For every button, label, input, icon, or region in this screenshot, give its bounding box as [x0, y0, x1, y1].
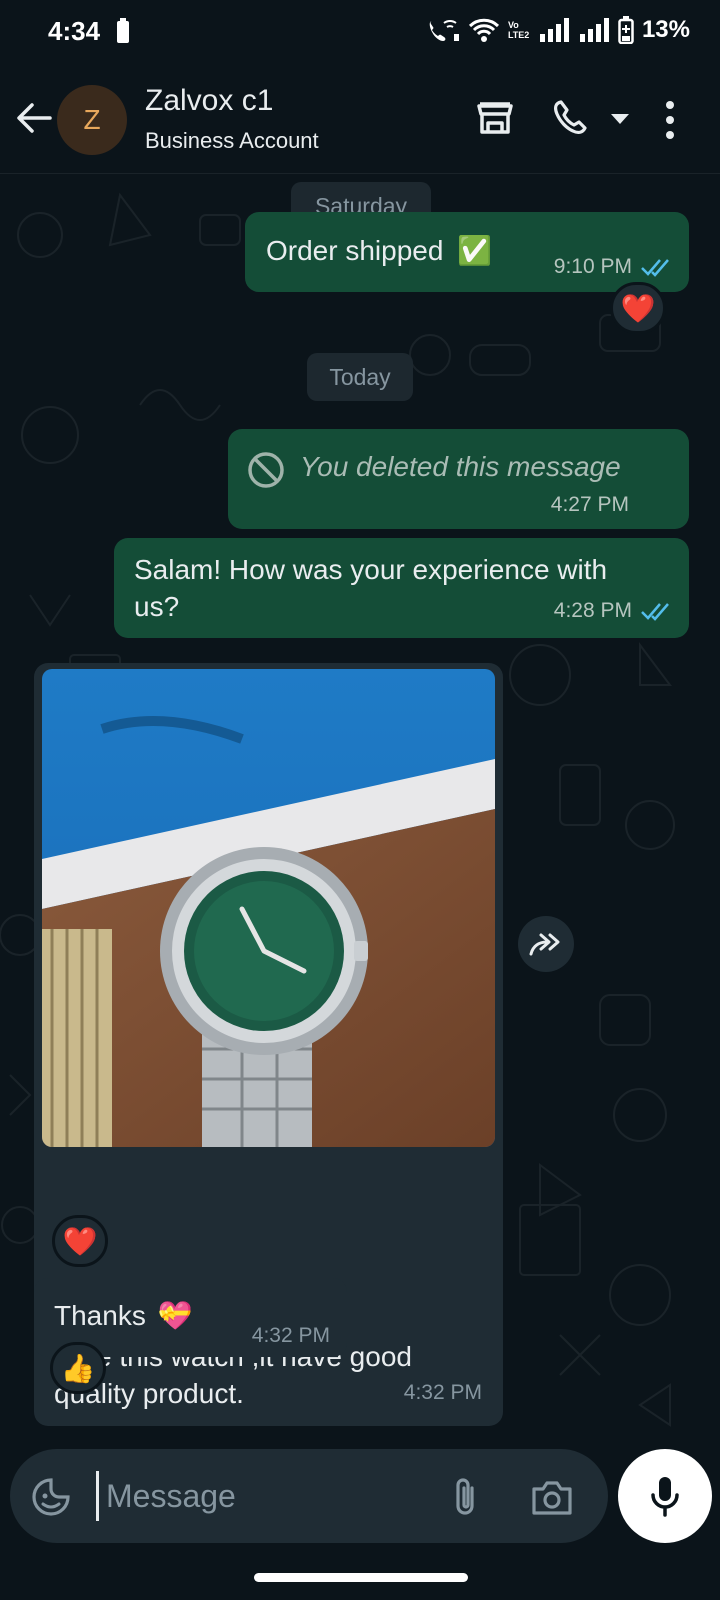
check-emoji: ✅ — [457, 235, 493, 266]
camera-icon[interactable] — [530, 1477, 574, 1517]
reaction-thumbs-up[interactable]: 👍 — [50, 1342, 106, 1394]
double-check-icon — [641, 603, 669, 621]
message-meta: 4:28 PM — [554, 599, 672, 623]
sim-card-icon — [117, 18, 129, 43]
message-text: Thanks 💝 — [54, 1297, 192, 1334]
mic-button[interactable] — [618, 1449, 712, 1543]
message-meta: 4:27 PM — [551, 493, 629, 517]
message-body: Thanks — [54, 1300, 146, 1331]
volte-label: Vo LTE2 — [507, 20, 530, 40]
deleted-message-bubble[interactable]: You deleted this message 4:27 PM — [228, 429, 689, 529]
deleted-icon — [248, 452, 284, 488]
signal-icon-1 — [539, 18, 569, 42]
back-arrow-icon[interactable] — [14, 98, 54, 138]
message-time: 4:28 PM — [553, 599, 632, 622]
navigation-bar — [0, 1555, 720, 1600]
chevron-down-icon[interactable] — [609, 112, 631, 126]
menu-icon[interactable] — [665, 100, 675, 140]
forward-icon — [529, 933, 560, 956]
message-text: Salam! How was your experience with us? — [134, 554, 608, 622]
message-input[interactable] — [106, 1469, 426, 1523]
sticker-icon[interactable] — [30, 1476, 72, 1518]
heart-gift-emoji: 💝 — [157, 1300, 193, 1331]
message-time: 4:32 PM — [251, 1324, 330, 1347]
status-time: 4:34 — [48, 16, 101, 46]
wifi-calling-icon — [429, 20, 459, 41]
message-meta: 9:10 PM — [554, 255, 672, 279]
battery-icon — [618, 16, 634, 44]
chat-area[interactable]: Saturday Order shipped ✅ 9:10 PM ❤️ Toda… — [0, 175, 720, 1445]
message-time: 4:32 PM — [403, 1381, 482, 1404]
date-separator: Today — [307, 353, 413, 401]
status-bar: 4:34 Vo LTE2 13% — [0, 0, 720, 62]
contact-name[interactable]: Zalvox c1 — [145, 84, 273, 118]
avatar[interactable]: Z — [57, 85, 127, 155]
watch-photo[interactable] — [42, 669, 495, 1147]
message-bubble[interactable]: Salam! How was your experience with us? … — [114, 538, 689, 638]
chat-header: Z Zalvox c1 Business Account — [0, 62, 720, 174]
message-input-bar — [10, 1449, 608, 1543]
wifi-icon — [468, 18, 500, 42]
message-time: 4:27 PM — [550, 493, 629, 516]
forward-button[interactable] — [518, 916, 574, 972]
message-meta: 4:32 PM — [252, 1324, 330, 1348]
reaction-heart[interactable]: ❤️ — [610, 282, 666, 334]
message-bubble[interactable]: Order shipped ✅ 9:10 PM — [245, 212, 689, 292]
message-body: Order shipped — [266, 235, 444, 266]
contact-subtitle[interactable]: Business Account — [145, 128, 319, 154]
message-time: 9:10 PM — [553, 255, 632, 278]
message-text: Order shipped ✅ — [266, 232, 492, 269]
attach-icon[interactable] — [448, 1476, 482, 1518]
battery-percent: 13% — [641, 16, 690, 43]
home-indicator[interactable] — [254, 1573, 468, 1582]
store-icon[interactable] — [475, 98, 515, 138]
mic-icon — [651, 1477, 679, 1517]
status-icons: Vo LTE2 13% — [426, 16, 690, 44]
signal-icon-2 — [579, 18, 609, 42]
call-icon[interactable] — [551, 98, 591, 138]
watch-image — [42, 669, 495, 1147]
message-meta: 4:32 PM — [404, 1381, 482, 1405]
reaction-heart[interactable]: ❤️ — [52, 1215, 108, 1267]
text-cursor — [96, 1471, 99, 1521]
double-check-icon — [641, 259, 669, 277]
deleted-text: You deleted this message — [300, 451, 621, 482]
date-label: Today — [329, 363, 391, 390]
